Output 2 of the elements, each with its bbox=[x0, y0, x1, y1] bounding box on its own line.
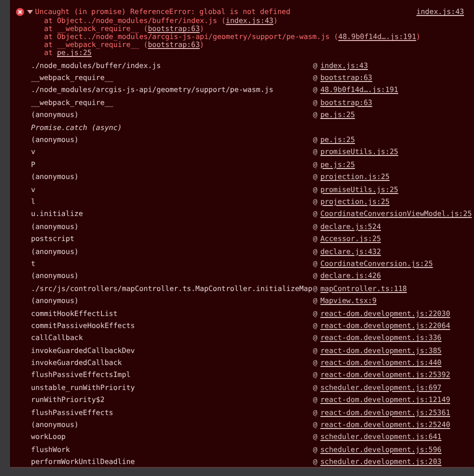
caret-icon[interactable] bbox=[27, 9, 33, 15]
error-icon bbox=[16, 8, 24, 16]
